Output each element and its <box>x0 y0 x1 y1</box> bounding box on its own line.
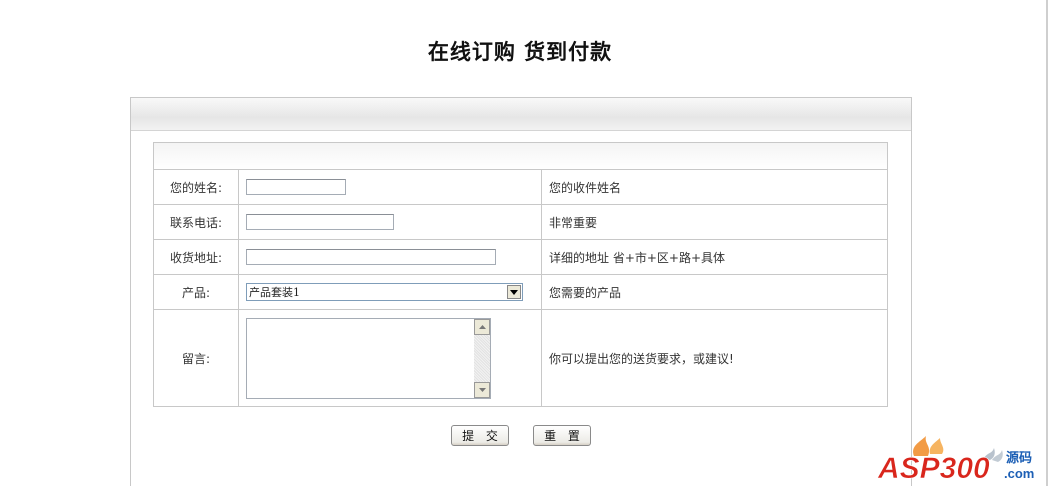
logo-sub: .com <box>1004 466 1034 481</box>
message-note: 你可以提出您的送货要求，或建议! <box>549 351 734 366</box>
phone-input[interactable] <box>246 214 394 230</box>
form-header <box>154 143 887 170</box>
row-phone: 联系电话: 非常重要 <box>154 205 887 240</box>
panel-header <box>131 98 911 131</box>
product-select[interactable]: 产品套装1 <box>246 283 523 301</box>
submit-button[interactable]: 提 交 <box>451 425 509 446</box>
page-title: 在线订购 货到付款 <box>427 39 613 64</box>
textarea-scrollbar[interactable] <box>474 318 490 398</box>
scroll-down-icon[interactable] <box>474 381 490 398</box>
message-label: 留言: <box>154 310 239 406</box>
form-buttons: 提 交 重 置 <box>131 425 911 446</box>
phone-note: 非常重要 <box>549 215 598 230</box>
row-message: 留言: 你可以提出您的送货要求，或建议! <box>154 310 887 406</box>
row-name: 您的姓名: 您的收件姓名 <box>154 170 887 205</box>
product-selected-value: 产品套装1 <box>249 286 300 299</box>
message-textarea[interactable] <box>246 317 491 399</box>
order-form: 您的姓名: 您的收件姓名 联系电话: 非常重要 收货地址: 详细的地址 省+市+… <box>153 142 888 407</box>
flame-icon: ASP300 源码 .com <box>877 436 1034 485</box>
logo-tag: 源码 <box>1006 450 1032 466</box>
chevron-down-icon[interactable] <box>507 285 521 299</box>
scroll-up-icon[interactable] <box>474 318 490 335</box>
product-label: 产品: <box>154 275 239 309</box>
address-label: 收货地址: <box>154 240 239 274</box>
address-input[interactable] <box>246 249 496 265</box>
row-product: 产品: 产品套装1 您需要的产品 <box>154 275 887 310</box>
site-logo: ASP300 源码 .com <box>876 432 1040 485</box>
product-note: 您需要的产品 <box>549 285 622 300</box>
page: 在线订购 货到付款 您的姓名: 您的收件姓名 联系电话: 非常重要 收货地址: <box>0 0 1048 486</box>
name-label: 您的姓名: <box>154 170 239 204</box>
order-panel: 您的姓名: 您的收件姓名 联系电话: 非常重要 收货地址: 详细的地址 省+市+… <box>130 97 912 486</box>
name-input[interactable] <box>246 179 346 195</box>
reset-button[interactable]: 重 置 <box>533 425 591 446</box>
logo-text: ASP300 <box>877 452 990 484</box>
row-address: 收货地址: 详细的地址 省+市+区+路+具体 <box>154 240 887 275</box>
address-note: 详细的地址 省+市+区+路+具体 <box>549 250 726 265</box>
phone-label: 联系电话: <box>154 205 239 239</box>
name-note: 您的收件姓名 <box>549 180 622 195</box>
